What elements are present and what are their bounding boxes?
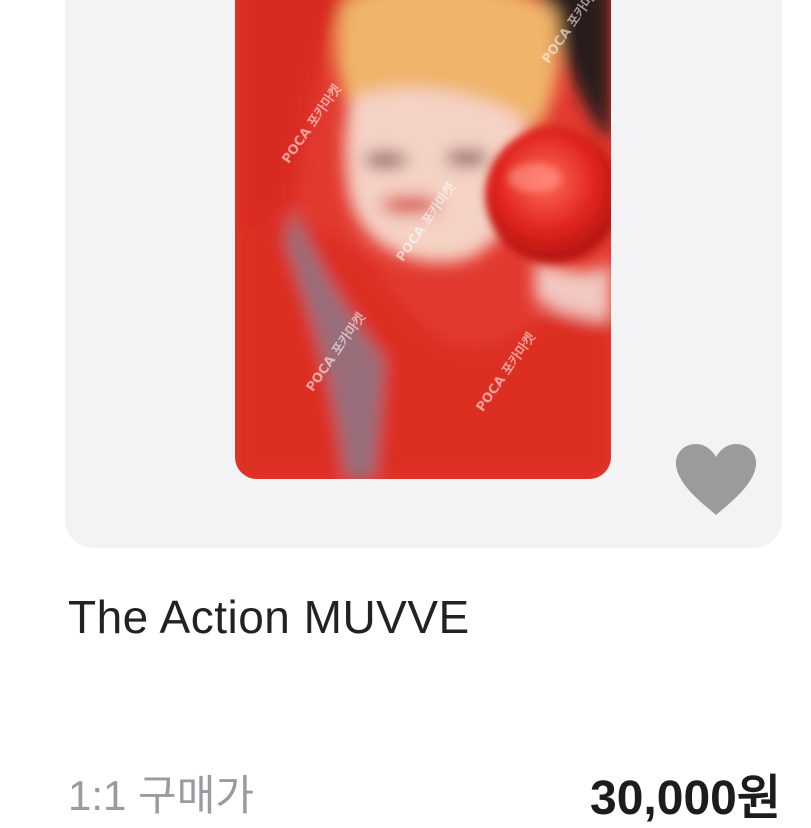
product-title: The Action MUVVE: [68, 591, 470, 643]
price-value: 30,000원: [590, 772, 781, 825]
heart-icon[interactable]: [674, 443, 758, 517]
photocard-image: POCA 포카마켓 POCA 포카마켓 POCA 포카마켓 POCA 포카마켓 …: [235, 0, 611, 479]
favorite-button[interactable]: [674, 443, 758, 517]
product-photo[interactable]: POCA 포카마켓 POCA 포카마켓 POCA 포카마켓 POCA 포카마켓 …: [235, 0, 611, 479]
price-label: 1:1 구매가: [68, 772, 254, 819]
